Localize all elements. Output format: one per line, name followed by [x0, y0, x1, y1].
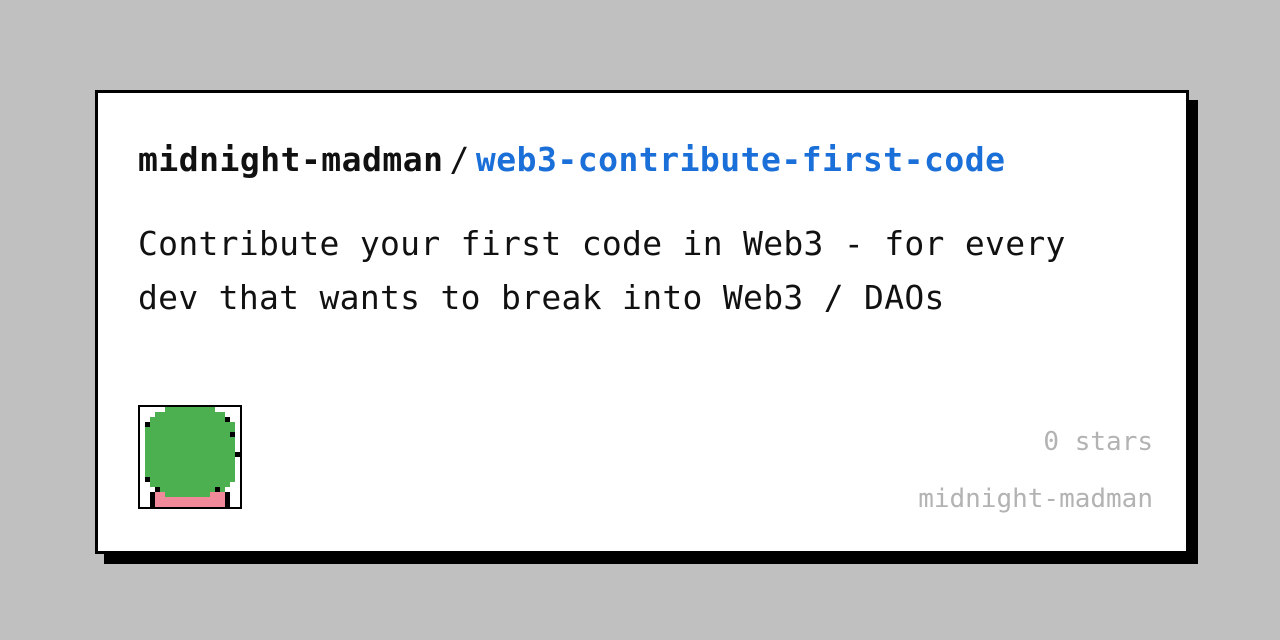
repo-owner[interactable]: midnight-madman — [138, 140, 444, 179]
avatar-image — [140, 407, 240, 507]
pixel-avatar-icon[interactable] — [138, 405, 242, 509]
repo-title: midnight-madman / web3-contribute-first-co… — [138, 137, 1005, 183]
repo-card: midnight-madman / web3-contribute-first-co… — [95, 90, 1189, 554]
star-count[interactable]: 0 stars — [1043, 427, 1153, 457]
title-separator: / — [449, 140, 470, 179]
repo-description: Contribute your first code in Web3 - for… — [138, 224, 1066, 317]
username-label[interactable]: midnight-madman — [918, 484, 1153, 514]
repo-name-link[interactable]: web3-contribute-first-code — [476, 140, 1006, 179]
